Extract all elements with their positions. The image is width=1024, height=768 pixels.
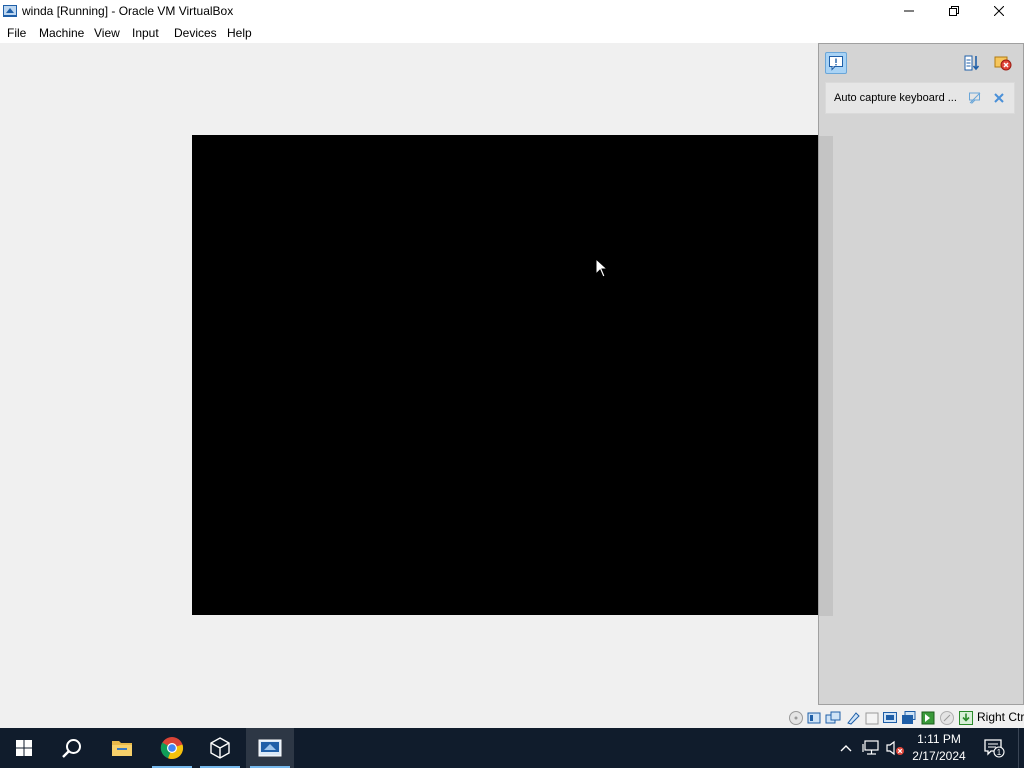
windows-taskbar: 1:11 PM 2/17/2024 1 <box>0 728 1024 768</box>
window-title: winda [Running] - Oracle VM VirtualBox <box>22 4 234 18</box>
usb-icon[interactable] <box>864 710 880 726</box>
volume-muted-icon <box>886 740 904 756</box>
network-tray-icon <box>862 740 879 755</box>
start-button[interactable] <box>0 728 48 768</box>
panel-edge <box>819 136 833 616</box>
notification-center: Auto capture keyboard ... <box>818 43 1024 705</box>
notification-count: 1 <box>997 748 1002 757</box>
chrome-button[interactable] <box>148 728 196 768</box>
vm-status-bar: Right Ctrl <box>0 705 1024 728</box>
menu-file[interactable]: File <box>7 26 26 40</box>
action-center-button[interactable]: 1 <box>980 728 1008 768</box>
title-bar: winda [Running] - Oracle VM VirtualBox <box>0 0 1024 22</box>
shared-folders-icon[interactable] <box>882 710 898 726</box>
notification-icon <box>829 56 843 71</box>
minimize-button[interactable] <box>886 0 932 22</box>
display-icon[interactable] <box>901 710 917 726</box>
volume-button[interactable] <box>884 728 906 768</box>
close-icon <box>994 6 1004 16</box>
menu-view[interactable]: View <box>94 26 120 40</box>
action-center-icon: 1 <box>984 739 1005 758</box>
menu-machine[interactable]: Machine <box>39 26 84 40</box>
virtualbox-icon <box>3 5 17 17</box>
host-key-label: Right Ctrl <box>977 710 1024 724</box>
keyboard-icon[interactable] <box>958 710 974 726</box>
close-button[interactable] <box>976 0 1022 22</box>
sort-order-icon[interactable] <box>963 53 983 73</box>
optical-drive-icon[interactable] <box>806 710 822 726</box>
do-not-show-again-icon[interactable] <box>968 91 982 105</box>
notification-center-toggle[interactable] <box>825 52 847 74</box>
restore-icon <box>949 6 959 16</box>
chevron-up-icon <box>840 745 852 752</box>
vm-display[interactable] <box>192 135 818 615</box>
dismiss-all-icon[interactable] <box>993 53 1013 73</box>
file-explorer-icon <box>112 741 132 756</box>
start-icon <box>16 740 32 756</box>
cpu-icon[interactable] <box>939 710 955 726</box>
audio-icon[interactable] <box>825 710 841 726</box>
network-icon[interactable] <box>845 710 861 726</box>
close-notification-icon[interactable] <box>992 91 1006 105</box>
search-icon <box>62 739 81 758</box>
virtualbox-manager-button[interactable] <box>196 728 244 768</box>
menu-input[interactable]: Input <box>132 26 159 40</box>
recording-icon[interactable] <box>920 710 936 726</box>
virtualbox-vm-button[interactable] <box>246 728 294 768</box>
menu-bar: File Machine View Input Devices Help <box>0 22 1024 43</box>
restore-button[interactable] <box>931 0 977 22</box>
notification-item[interactable]: Auto capture keyboard ... <box>825 82 1015 114</box>
network-status-button[interactable] <box>860 728 882 768</box>
clock-time: 1:11 PM <box>917 732 961 746</box>
virtualbox-manager-icon <box>210 737 230 759</box>
notification-text: Auto capture keyboard ... <box>834 92 957 104</box>
clock-date: 2/17/2024 <box>912 749 966 763</box>
file-explorer-button[interactable] <box>98 728 146 768</box>
menu-devices[interactable]: Devices <box>174 26 217 40</box>
mouse-pointer-icon <box>595 258 609 278</box>
taskbar-clock[interactable]: 1:11 PM 2/17/2024 <box>906 731 972 765</box>
show-desktop-button[interactable] <box>1018 728 1024 768</box>
virtualbox-vm-icon <box>258 739 282 757</box>
hard-disk-icon[interactable] <box>788 710 804 726</box>
minimize-icon <box>904 10 914 12</box>
search-button[interactable] <box>48 728 96 768</box>
menu-help[interactable]: Help <box>227 26 252 40</box>
show-hidden-icons-button[interactable] <box>836 728 856 768</box>
chrome-icon <box>160 737 184 759</box>
